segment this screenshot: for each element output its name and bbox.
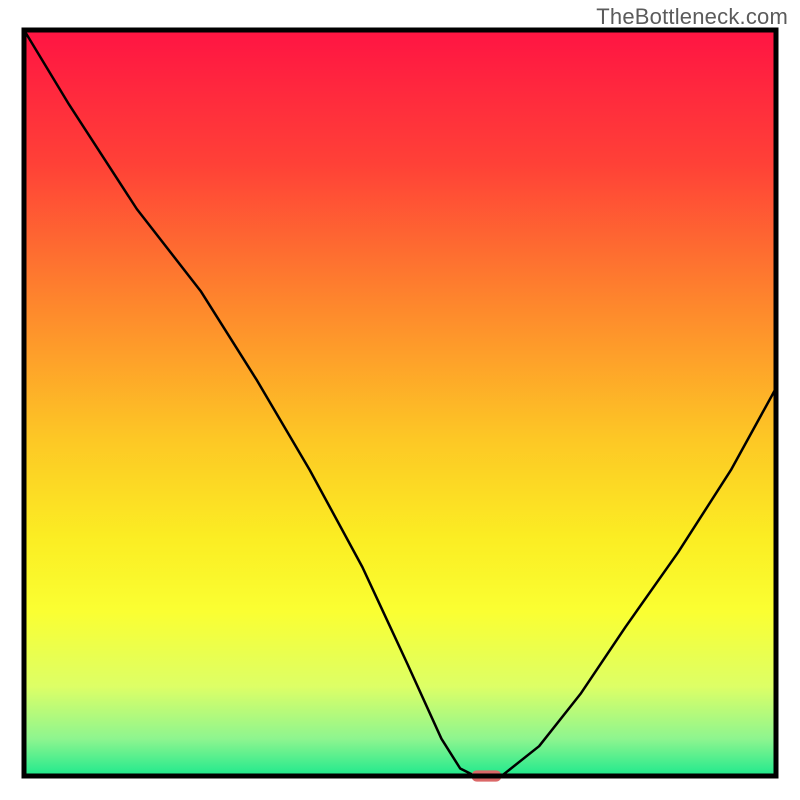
gradient-background	[24, 30, 776, 776]
bottleneck-chart	[0, 0, 800, 800]
watermark-text: TheBottleneck.com	[596, 4, 788, 30]
chart-container: TheBottleneck.com	[0, 0, 800, 800]
